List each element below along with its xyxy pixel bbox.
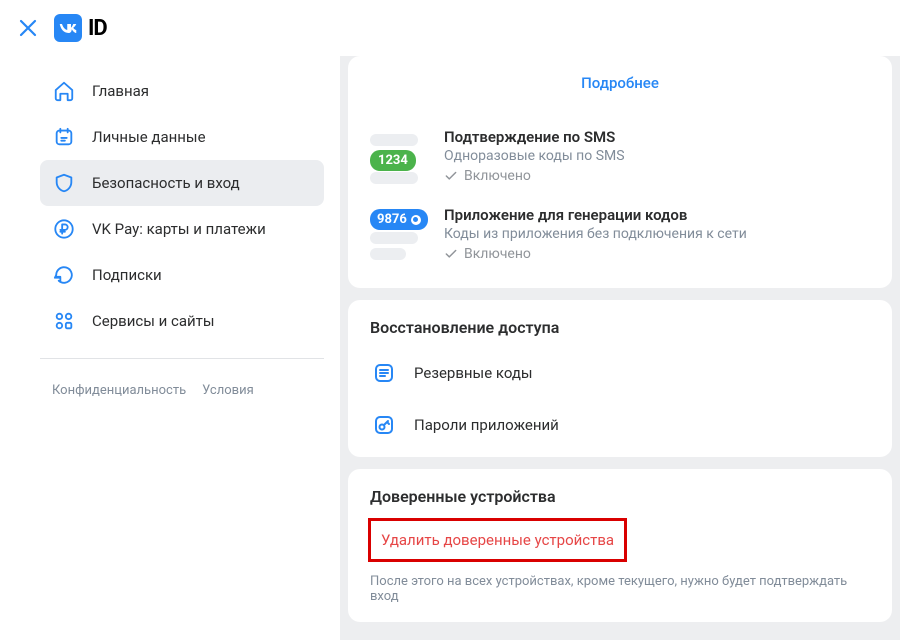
vk-logo-icon bbox=[54, 14, 82, 42]
row-label: Резервные коды bbox=[414, 364, 533, 382]
method-status: Включено bbox=[444, 168, 870, 184]
highlight-box: Удалить доверенные устройства bbox=[368, 518, 627, 562]
refresh-icon bbox=[52, 263, 76, 287]
trusted-hint: После этого на всех устройствах, кроме т… bbox=[348, 570, 892, 622]
footer-privacy-link[interactable]: Конфиденциальность bbox=[52, 383, 186, 398]
sidebar-item-label: Главная bbox=[92, 82, 149, 100]
sidebar-item-label: Сервисы и сайты bbox=[92, 312, 215, 330]
check-icon bbox=[444, 247, 458, 261]
sidebar-item-home[interactable]: Главная bbox=[40, 68, 324, 114]
card-trusted-devices: Доверенные устройства Удалить доверенные… bbox=[348, 469, 892, 622]
home-icon bbox=[52, 79, 76, 103]
delete-trusted-devices-link[interactable]: Удалить доверенные устройства bbox=[381, 527, 614, 553]
ruble-icon bbox=[52, 217, 76, 241]
sidebar-item-security[interactable]: Безопасность и вход bbox=[40, 160, 324, 206]
section-title: Восстановление доступа bbox=[370, 318, 870, 337]
method-status: Включено bbox=[444, 246, 870, 262]
personal-data-icon bbox=[52, 125, 76, 149]
sidebar-item-label: VK Pay: карты и платежи bbox=[92, 220, 266, 238]
method-subtitle: Одноразовые коды по SMS bbox=[444, 148, 870, 164]
method-app[interactable]: 9876 Приложение для генерации кодов Коды… bbox=[348, 196, 892, 274]
card-2fa-methods: Подробнее 1234 Подтверждение по SMS Одно… bbox=[348, 56, 892, 288]
row-label: Пароли приложений bbox=[414, 416, 559, 434]
method-title: Подтверждение по SMS bbox=[444, 128, 870, 146]
sidebar-item-services[interactable]: Сервисы и сайты bbox=[40, 298, 324, 344]
row-backup-codes[interactable]: Резервные коды bbox=[348, 347, 892, 399]
method-sms[interactable]: 1234 Подтверждение по SMS Одноразовые ко… bbox=[348, 118, 892, 196]
list-icon bbox=[370, 359, 398, 387]
card-recovery: Восстановление доступа Резервные коды Па… bbox=[348, 300, 892, 457]
shield-icon bbox=[52, 171, 76, 195]
brand-logo[interactable]: ID bbox=[54, 14, 107, 42]
key-icon bbox=[370, 411, 398, 439]
method-subtitle: Коды из приложения без подключения к сет… bbox=[444, 226, 870, 242]
sidebar-item-subscriptions[interactable]: Подписки bbox=[40, 252, 324, 298]
sidebar-item-label: Безопасность и вход bbox=[92, 174, 240, 192]
close-button[interactable] bbox=[8, 8, 48, 48]
row-app-passwords[interactable]: Пароли приложений bbox=[348, 399, 892, 457]
authenticator-icon: 9876 bbox=[370, 206, 428, 264]
more-link[interactable]: Подробнее bbox=[348, 56, 892, 118]
sms-code-icon: 1234 bbox=[370, 128, 428, 186]
grid-icon bbox=[52, 309, 76, 333]
check-icon bbox=[444, 169, 458, 183]
sidebar-item-label: Подписки bbox=[92, 266, 162, 284]
main-content: Подробнее 1234 Подтверждение по SMS Одно… bbox=[340, 56, 900, 640]
section-title: Доверенные устройства bbox=[370, 487, 870, 506]
brand-id-label: ID bbox=[88, 16, 107, 41]
footer-terms-link[interactable]: Условия bbox=[202, 383, 254, 398]
sidebar-item-label: Личные данные bbox=[92, 128, 206, 146]
sidebar-item-vkpay[interactable]: VK Pay: карты и платежи bbox=[40, 206, 324, 252]
close-icon bbox=[18, 18, 38, 38]
method-title: Приложение для генерации кодов bbox=[444, 206, 870, 224]
sidebar-item-personal[interactable]: Личные данные bbox=[40, 114, 324, 160]
sidebar: Главная Личные данные Безопасность и вхо… bbox=[0, 56, 340, 640]
divider bbox=[40, 358, 324, 359]
